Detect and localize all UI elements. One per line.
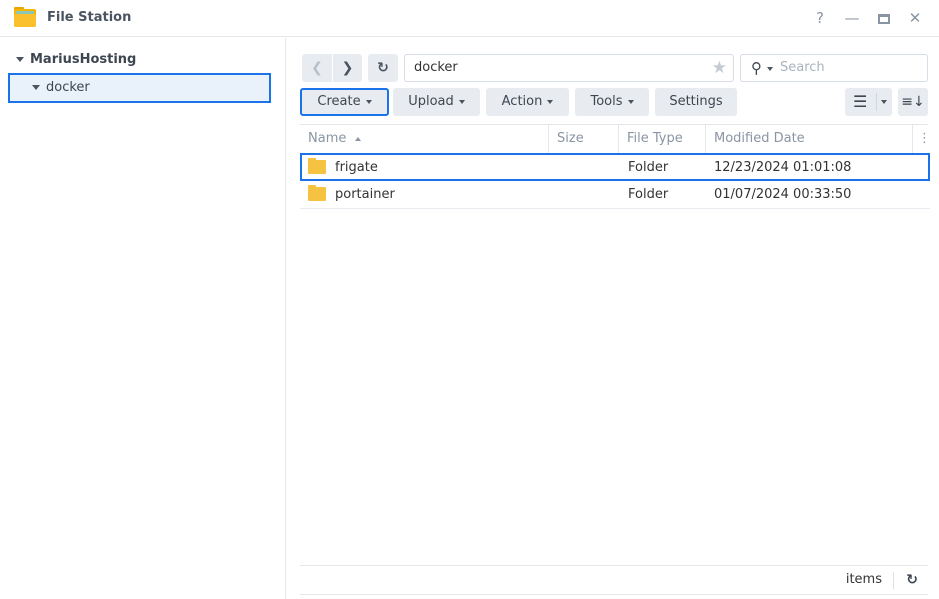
app-title: File Station — [47, 10, 132, 25]
file-station-icon — [14, 7, 36, 27]
star-icon[interactable]: ★ — [712, 55, 727, 81]
modified-date: 12/23/2024 01:01:08 — [714, 160, 852, 175]
table-row[interactable]: frigate Folder 12/23/2024 01:01:08 — [300, 153, 930, 181]
folder-tree: MariusHosting docker — [0, 38, 286, 599]
tree-root-label: MariusHosting — [30, 52, 137, 67]
divider — [893, 572, 894, 589]
caret-down-icon[interactable] — [32, 85, 40, 90]
close-icon[interactable]: ✕ — [905, 8, 925, 28]
folder-icon — [308, 185, 326, 201]
file-name: portainer — [335, 187, 395, 202]
column-modified-label: Modified Date — [714, 131, 805, 146]
refresh-icon: ↻ — [377, 60, 389, 76]
tree-item-mariushosting[interactable]: MariusHosting — [16, 52, 136, 67]
sort-button[interactable]: ≡↓ — [898, 88, 928, 116]
column-size-label: Size — [557, 131, 584, 146]
sort-ascending-icon — [354, 136, 361, 141]
refresh-button[interactable]: ↻ — [368, 54, 398, 82]
chevron-left-icon: ❮ — [311, 60, 323, 76]
refresh-icon[interactable]: ↻ — [906, 566, 918, 594]
path-input[interactable]: docker ★ — [404, 54, 734, 82]
file-type: Folder — [628, 187, 669, 202]
column-options-button[interactable]: ⋮ — [913, 125, 931, 153]
action-button[interactable]: Action — [486, 88, 569, 116]
column-header-size[interactable]: Size — [549, 125, 619, 153]
tools-button[interactable]: Tools — [575, 88, 649, 116]
help-icon[interactable]: ? — [810, 8, 830, 28]
upload-button[interactable]: Upload — [393, 88, 480, 116]
divider — [876, 93, 877, 111]
search-input[interactable]: ⚲ Search — [740, 54, 928, 82]
modified-date: 01/07/2024 00:33:50 — [714, 187, 852, 202]
file-type: Folder — [628, 160, 669, 175]
list-view-icon: ☰ — [853, 92, 868, 111]
minimize-icon[interactable]: — — [842, 8, 862, 28]
back-button[interactable]: ❮ — [302, 54, 332, 82]
forward-button[interactable]: ❯ — [333, 54, 362, 82]
caret-down-icon[interactable] — [16, 57, 24, 62]
chevron-right-icon: ❯ — [341, 60, 354, 76]
column-header-name[interactable]: Name — [300, 125, 549, 153]
maximize-icon[interactable] — [874, 8, 894, 28]
column-header-file-type[interactable]: File Type — [619, 125, 706, 153]
column-name-label: Name — [308, 131, 347, 146]
tree-item-docker[interactable]: docker — [8, 73, 271, 103]
status-bar: items ↻ — [300, 565, 928, 595]
search-options-caret-icon[interactable] — [767, 67, 773, 71]
tree-child-label: docker — [46, 80, 90, 95]
create-label: Create — [317, 94, 361, 109]
upload-label: Upload — [408, 94, 454, 109]
view-mode-button[interactable]: ☰ — [845, 88, 892, 116]
file-name: frigate — [335, 160, 378, 175]
caret-down-icon — [365, 99, 372, 104]
column-header-modified-date[interactable]: Modified Date — [706, 125, 913, 153]
more-vertical-icon: ⋮ — [918, 131, 931, 146]
tools-label: Tools — [590, 94, 623, 109]
path-value: docker — [414, 60, 458, 75]
table-row[interactable]: portainer Folder 01/07/2024 00:33:50 — [300, 181, 930, 209]
caret-down-icon[interactable] — [881, 100, 887, 104]
search-placeholder: Search — [780, 60, 825, 75]
caret-down-icon — [458, 99, 465, 104]
title-bar: File Station ? — ✕ — [0, 0, 939, 37]
search-icon[interactable]: ⚲ — [751, 55, 762, 81]
caret-down-icon — [547, 99, 554, 104]
items-count: items — [845, 572, 882, 587]
settings-label: Settings — [669, 94, 723, 109]
create-button[interactable]: Create — [300, 88, 389, 116]
settings-button[interactable]: Settings — [655, 88, 737, 116]
caret-down-icon — [627, 99, 634, 104]
sort-icon: ≡↓ — [901, 94, 925, 110]
action-label: Action — [501, 94, 543, 109]
folder-icon — [308, 158, 326, 174]
column-type-label: File Type — [627, 131, 683, 146]
